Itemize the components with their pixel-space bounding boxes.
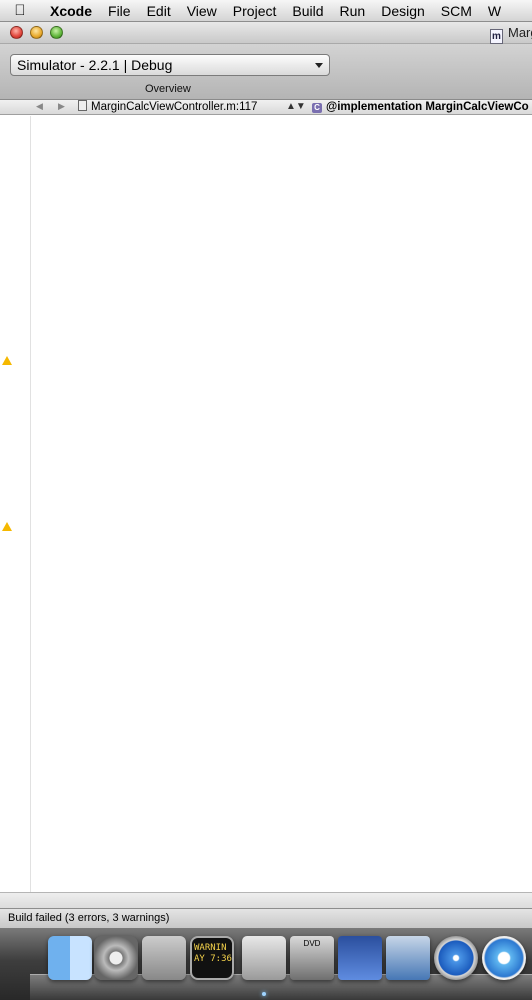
calculator-icon[interactable] <box>242 936 286 980</box>
dvd-player-icon[interactable]: DVD <box>290 936 334 980</box>
menu-scm[interactable]: SCM <box>433 0 480 21</box>
window-title: m Marg <box>490 25 532 44</box>
file-popup-label: MarginCalcViewController.m:117 <box>91 101 258 113</box>
forward-arrow-icon[interactable]: ▶ <box>58 101 65 112</box>
dock: WARNIN AY 7:36 DVD <box>0 928 532 1000</box>
build-status-text: Build failed (3 errors, 3 warnings) <box>8 912 170 924</box>
console-icon-text-2: AY 7:36 <box>194 954 232 964</box>
menu-bar:  Xcode File Edit View Project Build Run… <box>0 0 532 22</box>
disk-utility-icon[interactable] <box>142 936 186 980</box>
zoom-window-button[interactable] <box>50 26 63 39</box>
code-editor[interactable] <box>0 116 532 908</box>
ical-icon[interactable] <box>338 936 382 980</box>
system-preferences-icon[interactable] <box>94 936 138 980</box>
menu-file[interactable]: File <box>100 0 139 21</box>
menu-app-xcode[interactable]: Xcode <box>40 0 100 21</box>
menu-view[interactable]: View <box>179 0 225 21</box>
menu-project[interactable]: Project <box>225 0 285 21</box>
menu-window[interactable]: W <box>480 0 509 21</box>
console-icon[interactable]: WARNIN AY 7:36 <box>190 936 234 980</box>
menu-run[interactable]: Run <box>332 0 374 21</box>
back-arrow-icon[interactable]: ◀ <box>36 101 43 112</box>
apple-menu-icon[interactable]:  <box>0 2 40 19</box>
editor-gutter[interactable] <box>0 116 31 908</box>
dvd-label: DVD <box>303 939 321 948</box>
menu-design[interactable]: Design <box>373 0 433 21</box>
console-icon-text-1: WARNIN <box>194 943 227 953</box>
printer-icon[interactable] <box>386 936 430 980</box>
overview-popup-button[interactable]: Simulator - 2.2.1 | Debug <box>10 54 330 76</box>
safari-icon[interactable] <box>434 936 478 980</box>
finder-icon[interactable] <box>48 936 92 980</box>
chevron-down-icon <box>315 63 323 68</box>
window-title-text: Marg <box>508 25 532 40</box>
up-down-arrows-icon[interactable]: ▲▼ <box>286 100 306 114</box>
editor-navigation-bar: ◀ ▶ MarginCalcViewController.m:117 ▲▼ C @… <box>0 100 532 115</box>
file-icon <box>78 100 87 111</box>
itunes-icon[interactable] <box>482 936 526 980</box>
menu-build[interactable]: Build <box>284 0 331 21</box>
window-titlebar: m Marg <box>0 22 532 44</box>
running-indicator-icon <box>262 992 266 996</box>
file-popup[interactable]: MarginCalcViewController.m:117 <box>78 100 257 114</box>
warning-icon[interactable] <box>2 522 12 531</box>
overview-label: Overview <box>145 83 191 95</box>
toolbar: Simulator - 2.2.1 | Debug Overview <box>0 44 532 100</box>
document-icon: m <box>490 29 503 44</box>
close-window-button[interactable] <box>10 26 23 39</box>
overview-popup-label: Simulator - 2.2.1 | Debug <box>17 57 173 73</box>
status-bar: Build failed (3 errors, 3 warnings) <box>0 908 532 928</box>
minimize-window-button[interactable] <box>30 26 43 39</box>
warning-icon[interactable] <box>2 356 12 365</box>
class-icon: C <box>312 103 322 113</box>
symbol-popup[interactable]: C @implementation MarginCalcViewCo <box>312 100 529 114</box>
symbol-popup-label: @implementation MarginCalcViewCo <box>326 101 529 113</box>
horizontal-scrollbar[interactable] <box>0 892 532 908</box>
menu-edit[interactable]: Edit <box>139 0 179 21</box>
